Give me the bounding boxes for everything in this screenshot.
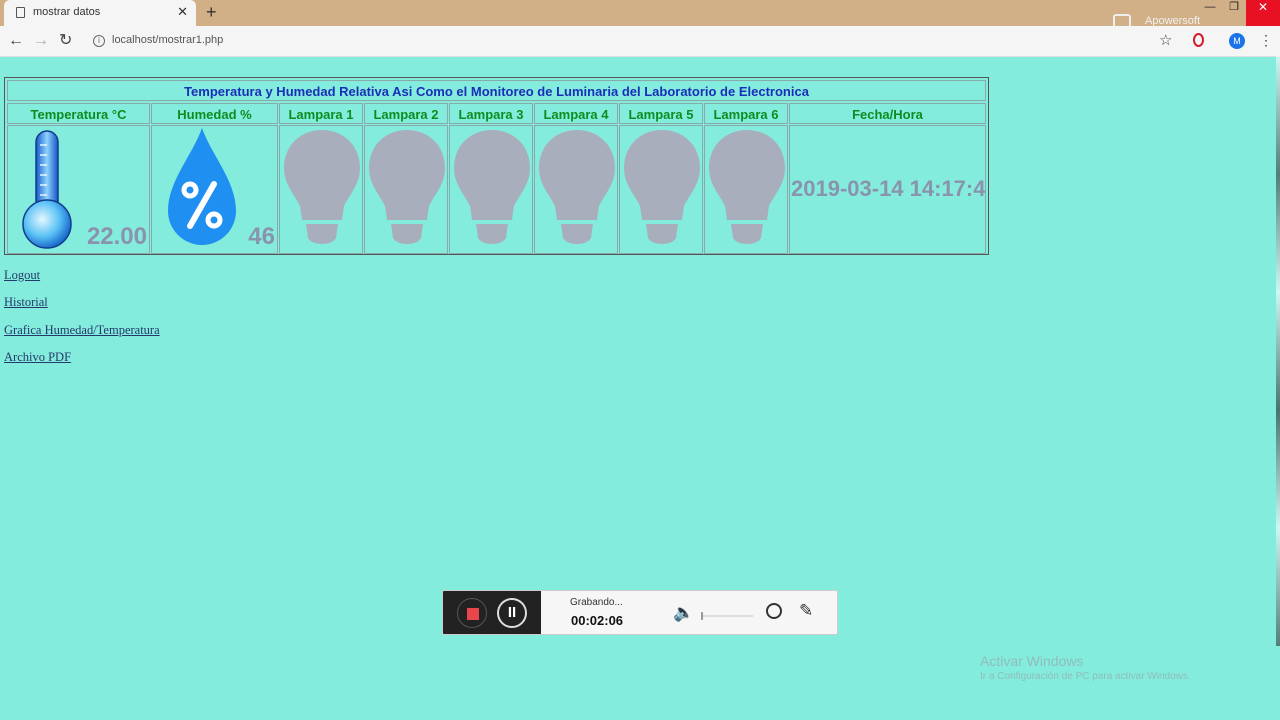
water-drop-percent-icon xyxy=(168,128,236,245)
address-bar[interactable]: localhost/mostrar1.php xyxy=(112,34,223,46)
profile-avatar[interactable]: M xyxy=(1229,33,1245,49)
recording-status: Grabando... xyxy=(570,597,623,608)
humidity-value: 46 xyxy=(248,223,275,250)
header-lampara-2: Lampara 2 xyxy=(364,103,448,124)
webcam-icon[interactable] xyxy=(766,603,782,619)
monitor-table: Temperatura y Humedad Relativa Asi Como … xyxy=(4,77,989,255)
recording-time: 00:02:06 xyxy=(571,613,624,628)
lamp-cell-6 xyxy=(704,125,788,254)
archivo-pdf-link[interactable]: Archivo PDF xyxy=(4,350,160,377)
historial-link[interactable]: Historial xyxy=(4,295,160,322)
datetime-cell: 2019-03-14 14:17:41 xyxy=(789,125,986,254)
close-tab-icon[interactable]: ✕ xyxy=(177,4,188,20)
browser-tab-strip: mostrar datos ✕ + Apowersoft — ❐ ✕ xyxy=(0,0,1280,28)
header-humedad: Humedad % xyxy=(151,103,278,124)
header-lampara-4: Lampara 4 xyxy=(534,103,618,124)
header-lampara-5: Lampara 5 xyxy=(619,103,703,124)
window-close-icon[interactable]: ✕ xyxy=(1246,0,1280,26)
lamp-cell-4 xyxy=(534,125,618,254)
lightbulb-off-icon xyxy=(624,130,700,244)
lightbulb-off-icon xyxy=(284,130,360,244)
browser-tab[interactable]: mostrar datos ✕ xyxy=(4,0,196,26)
header-lampara-3: Lampara 3 xyxy=(449,103,533,124)
lamp-cell-1 xyxy=(279,125,363,254)
volume-slider[interactable] xyxy=(701,612,753,620)
windows-activation-watermark: Activar Windows Ir a Configuración de PC… xyxy=(980,653,1191,682)
lightbulb-off-icon xyxy=(709,130,785,244)
logout-link[interactable]: Logout xyxy=(4,268,160,295)
table-title: Temperatura y Humedad Relativa Asi Como … xyxy=(7,80,986,101)
lightbulb-off-icon xyxy=(539,130,615,244)
pen-icon[interactable]: ✎ xyxy=(799,601,813,621)
lamp-cell-5 xyxy=(619,125,703,254)
reload-icon[interactable]: ↻ xyxy=(59,31,72,51)
new-tab-icon[interactable]: + xyxy=(206,3,217,21)
header-lampara-1: Lampara 1 xyxy=(279,103,363,124)
extension-icon[interactable] xyxy=(1193,33,1204,47)
browser-menu-icon[interactable]: ⋮ xyxy=(1259,32,1273,48)
site-info-icon[interactable]: i xyxy=(93,35,105,47)
stop-record-button[interactable] xyxy=(457,598,487,628)
volume-handle[interactable] xyxy=(701,612,703,620)
watermark-line-2: Ir a Configuración de PC para activar Wi… xyxy=(980,671,1191,682)
datetime-value: 2019-03-14 14:17:41 xyxy=(791,176,986,201)
pause-record-button[interactable]: II xyxy=(497,598,527,628)
page-icon xyxy=(16,7,25,18)
temperature-cell: 22.00 xyxy=(7,125,150,254)
thermometer-icon xyxy=(22,130,72,249)
minimize-icon[interactable]: — xyxy=(1198,0,1222,26)
forward-icon[interactable]: → xyxy=(33,31,49,51)
lightbulb-off-icon xyxy=(454,130,530,244)
bookmark-star-icon[interactable]: ☆ xyxy=(1159,31,1172,49)
header-fecha-hora: Fecha/Hora xyxy=(789,103,986,124)
screen-recorder-bar: II Grabando... 00:02:06 🔈 ✎ xyxy=(442,590,838,635)
temperature-value: 22.00 xyxy=(86,223,147,250)
grafica-link[interactable]: Grafica Humedad/Temperatura xyxy=(4,323,160,350)
header-temperatura: Temperatura °C xyxy=(7,103,150,124)
recorder-controls: II xyxy=(443,591,541,634)
humidity-cell: 46 xyxy=(151,125,278,254)
restore-icon[interactable]: ❐ xyxy=(1222,0,1246,26)
back-icon[interactable]: ← xyxy=(8,31,24,51)
speaker-icon[interactable]: 🔈 xyxy=(673,603,694,623)
page-links: Logout Historial Grafica Humedad/Tempera… xyxy=(4,268,160,377)
lamp-cell-2 xyxy=(364,125,448,254)
window-controls: — ❐ ✕ xyxy=(1198,0,1280,26)
browser-toolbar: ← → ↻ i localhost/mostrar1.php ☆ M ⋮ xyxy=(0,26,1280,57)
lightbulb-off-icon xyxy=(369,130,445,244)
tab-title: mostrar datos xyxy=(33,6,101,18)
lamp-cell-3 xyxy=(449,125,533,254)
watermark-line-1: Activar Windows xyxy=(980,653,1084,669)
screen-edge-artifact xyxy=(1276,56,1280,646)
header-lampara-6: Lampara 6 xyxy=(704,103,788,124)
stop-icon xyxy=(467,608,479,620)
